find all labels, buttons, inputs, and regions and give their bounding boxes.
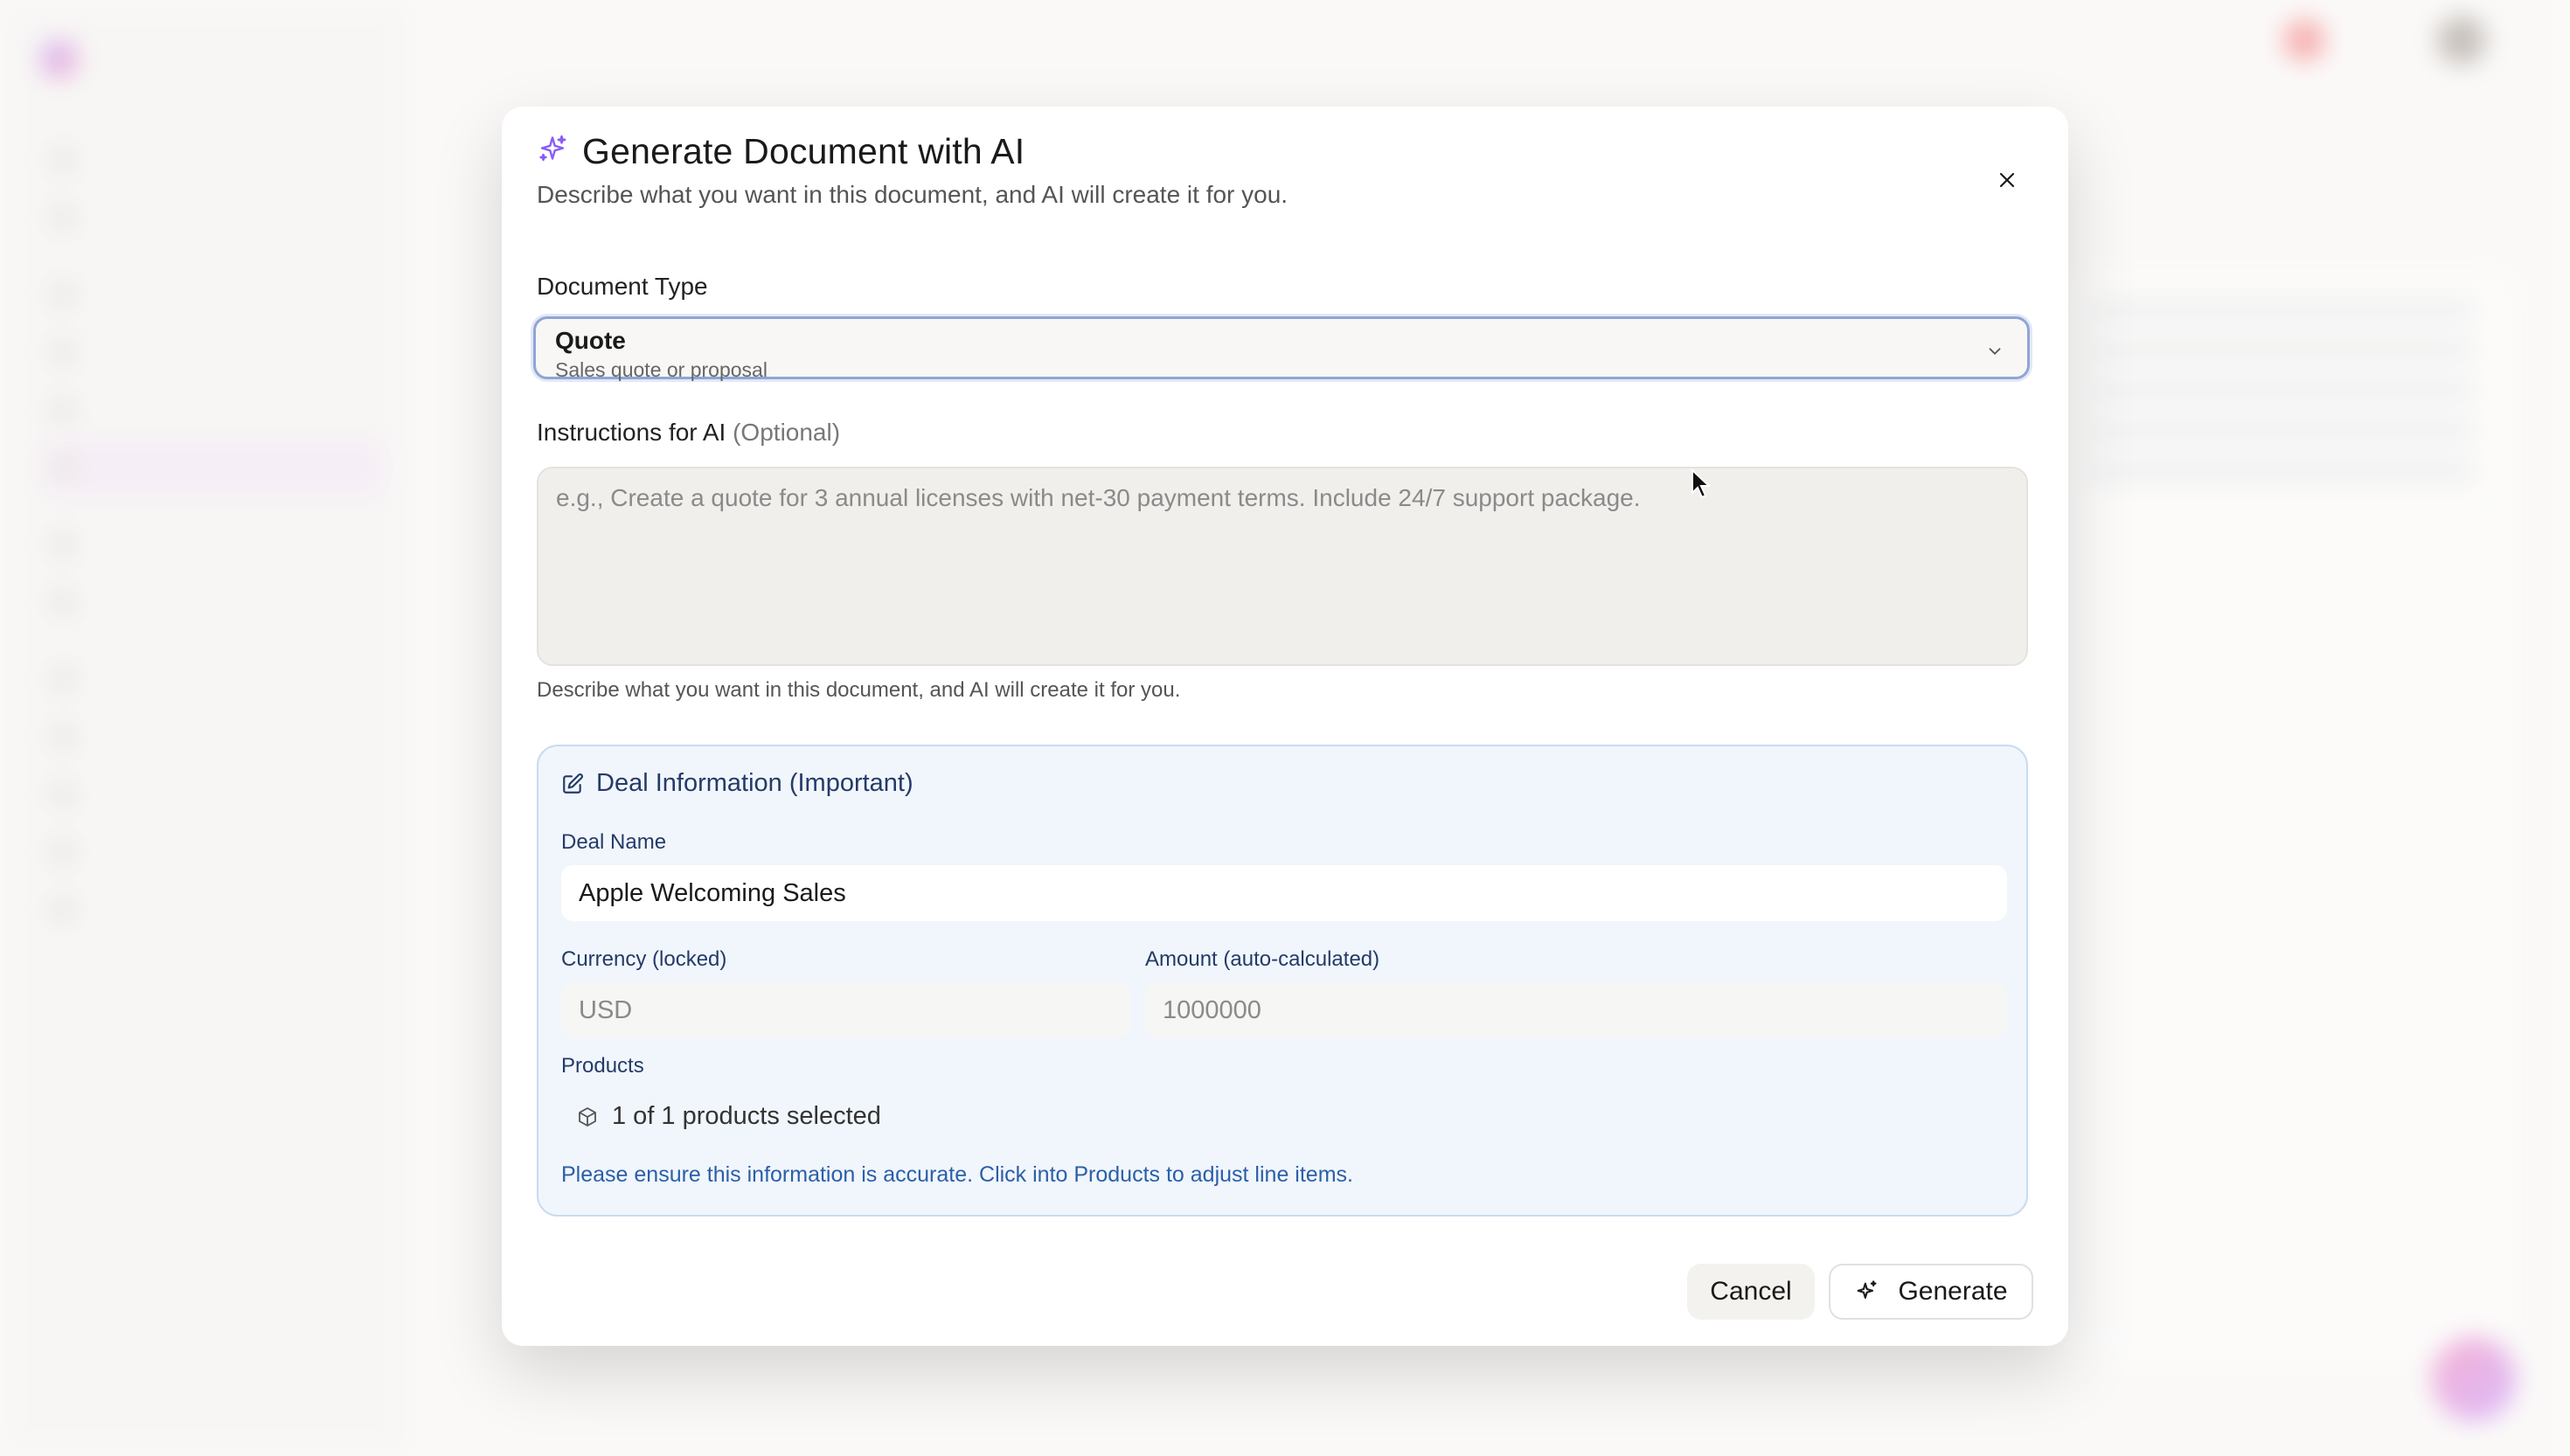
instructions-textarea[interactable] [537,467,2028,666]
dialog-footer: Cancel Generate [1687,1264,2033,1320]
close-icon [1999,172,2015,188]
close-button[interactable] [1986,159,2028,201]
edit-icon [563,773,583,794]
products-summary: 1 of 1 products selected [612,1102,881,1130]
dialog-header: Generate Document with AI Describe what … [537,131,2033,209]
document-type-value: Quote [555,327,626,354]
amount-input [1145,982,2007,1038]
mouse-cursor-icon [1691,468,1712,499]
document-type-select[interactable]: Quote Sales quote or proposal [533,316,2030,381]
deal-name-input[interactable] [561,865,2007,921]
optional-tag: (Optional) [733,419,841,446]
chevron-down-icon [1989,348,2001,355]
document-type-description: Sales quote or proposal [555,357,768,381]
sparkle-icon [1858,1280,1878,1300]
deal-information-title: Deal Information (Important) [596,769,913,797]
deal-information-panel: Deal Information (Important) Deal Name C… [537,745,2028,1217]
deal-name-label: Deal Name [561,830,667,854]
instructions-label-text: Instructions for AI [537,419,726,446]
sparkle-icon [537,134,568,170]
document-type-label: Document Type [537,273,708,300]
accuracy-notice: Please ensure this information is accura… [561,1162,1353,1187]
dialog-subtitle: Describe what you want in this document,… [537,181,1288,208]
amount-label: Amount (auto-calculated) [1145,947,1380,971]
generate-document-dialog: Generate Document with AI Describe what … [502,107,2068,1346]
dialog-title: Generate Document with AI [582,131,1025,171]
generate-button-label: Generate [1898,1277,2008,1306]
instructions-label: Instructions for AI (Optional) [537,419,840,447]
box-icon [579,1106,596,1127]
products-selector[interactable]: 1 of 1 products selected [577,1102,881,1131]
cancel-button[interactable]: Cancel [1687,1264,1815,1320]
dialog-title-row: Generate Document with AI [537,131,2033,172]
currency-input [561,982,1131,1038]
currency-label: Currency (locked) [561,947,727,971]
instructions-help-text: Describe what you want in this document,… [537,678,1181,702]
deal-information-header: Deal Information (Important) [561,769,913,798]
generate-button[interactable]: Generate [1829,1264,2033,1320]
products-label: Products [561,1054,644,1078]
